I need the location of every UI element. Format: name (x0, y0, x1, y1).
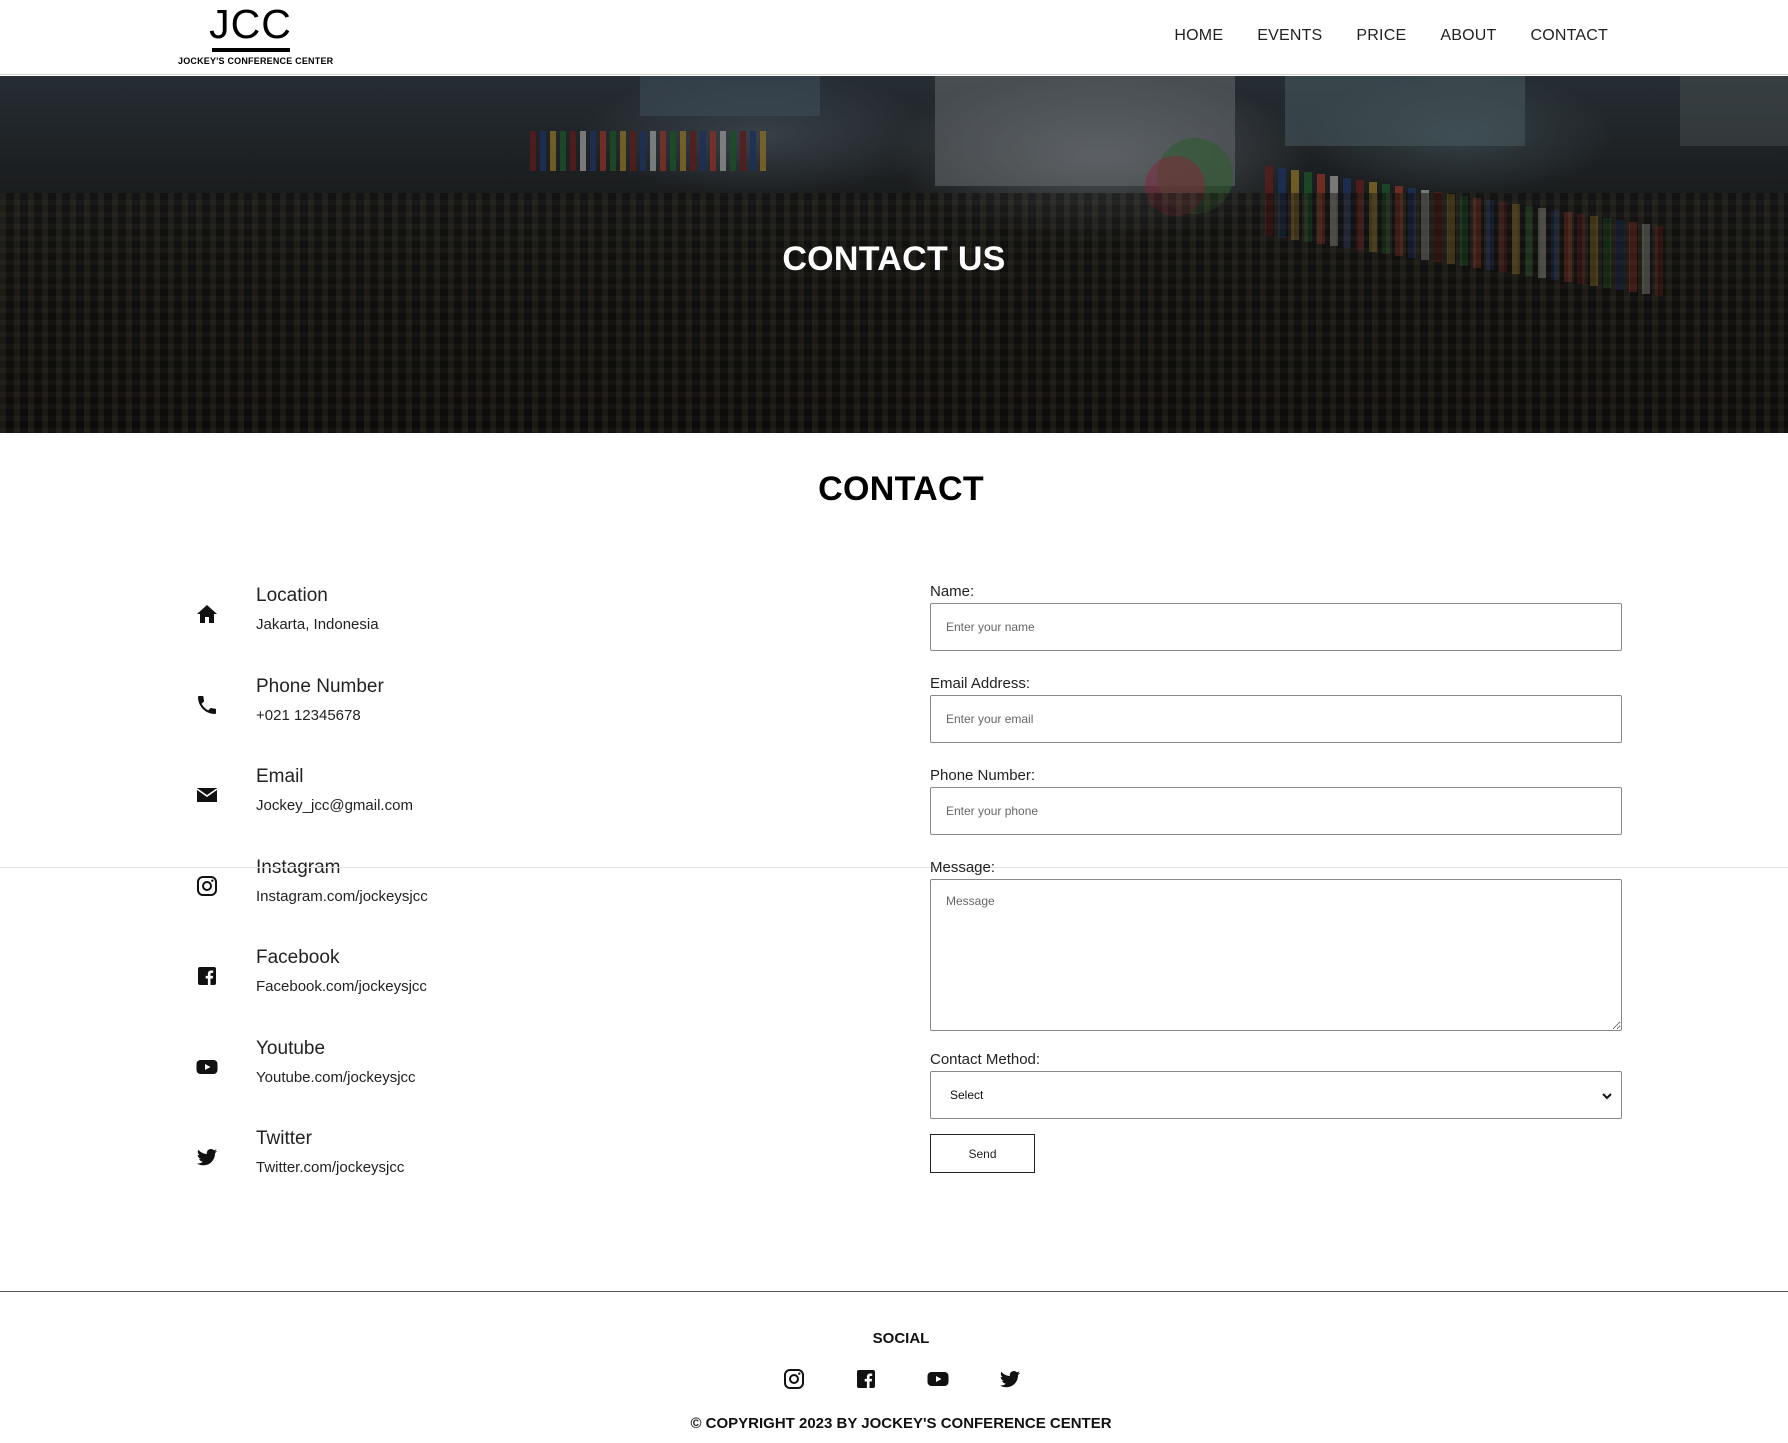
send-button[interactable]: Send (930, 1134, 1035, 1173)
info-title: Facebook (256, 947, 340, 968)
hero-title: CONTACT US (782, 240, 1006, 278)
twitter-icon[interactable] (998, 1367, 1022, 1391)
chevron-down-icon (1602, 1093, 1612, 1100)
contact-form: Name: Email Address: Phone Number: Messa… (930, 583, 1622, 1173)
facebook-icon[interactable] (854, 1367, 878, 1391)
info-item-instagram: Instagram Instagram.com/jockeysjcc (192, 857, 792, 948)
instagram-icon (192, 871, 222, 901)
info-value: Facebook.com/jockeysjcc (256, 978, 427, 995)
info-value: Jockey_jcc@gmail.com (256, 797, 413, 814)
contact-method-label: Contact Method: (930, 1051, 1041, 1068)
info-title: Twitter (256, 1128, 312, 1149)
logo-subtitle: JOCKEY'S CONFERENCE CENTER (178, 56, 334, 66)
logo-mark: JCC (209, 1, 292, 47)
phone-icon (192, 690, 222, 720)
info-item-location: Location Jakarta, Indonesia (192, 585, 792, 676)
site-logo[interactable]: JCC JOCKEY'S CONFERENCE CENTER (178, 1, 334, 66)
contact-section-title: CONTACT (818, 470, 984, 508)
instagram-icon[interactable] (782, 1367, 806, 1391)
facebook-icon (192, 961, 222, 991)
info-value: +021 12345678 (256, 706, 361, 724)
info-value: Youtube.com/jockeysjcc (256, 1068, 416, 1086)
contact-method-select[interactable]: Select (930, 1071, 1622, 1119)
info-item-youtube: Youtube Youtube.com/jockeysjcc (192, 1038, 792, 1129)
nav-events[interactable]: EVENTS (1257, 27, 1322, 45)
info-title: Email (256, 766, 304, 787)
envelope-icon (192, 780, 222, 810)
email-label: Email Address: (930, 675, 1031, 692)
contact-info-list: Location Jakarta, Indonesia Phone Number… (192, 585, 792, 1219)
footer-social-title: SOCIAL (872, 1330, 930, 1347)
hero-banner: CONTACT US (0, 76, 1788, 433)
info-item-email: Email Jockey_jcc@gmail.com (192, 766, 792, 857)
footer-divider (0, 1291, 1788, 1292)
footer-social-icons (782, 1367, 1022, 1391)
contact-method-value: Select (950, 1088, 984, 1102)
message-textarea[interactable] (930, 879, 1622, 1031)
info-item-facebook: Facebook Facebook.com/jockeysjcc (192, 947, 792, 1038)
email-input[interactable] (930, 695, 1622, 743)
info-item-phone: Phone Number +021 12345678 (192, 676, 792, 767)
copyright-text: © COPYRIGHT 2023 BY JOCKEY'S CONFERENCE … (690, 1415, 1112, 1432)
nav-home[interactable]: HOME (1174, 27, 1223, 45)
info-value: Jakarta, Indonesia (256, 616, 379, 633)
info-title: Phone Number (256, 675, 384, 697)
info-title: Youtube (256, 1037, 326, 1059)
info-title: Location (256, 585, 328, 606)
youtube-icon (192, 1052, 222, 1082)
info-item-twitter: Twitter Twitter.com/jockeysjcc (192, 1128, 792, 1219)
info-value: Instagram.com/jockeysjcc (256, 887, 428, 905)
nav-price[interactable]: PRICE (1356, 27, 1406, 45)
nav-contact[interactable]: CONTACT (1530, 27, 1608, 45)
name-label: Name: (930, 583, 975, 600)
name-input[interactable] (930, 603, 1622, 651)
phone-input[interactable] (930, 787, 1622, 835)
nav-about[interactable]: ABOUT (1440, 27, 1496, 45)
home-icon (192, 599, 222, 629)
phone-label: Phone Number: (930, 767, 1036, 784)
youtube-icon[interactable] (926, 1367, 950, 1391)
info-value: Twitter.com/jockeysjcc (256, 1159, 405, 1176)
logo-underline (211, 48, 290, 52)
message-label: Message: (930, 859, 996, 876)
navbar: JCC JOCKEY'S CONFERENCE CENTER HOME EVEN… (0, 0, 1788, 75)
twitter-icon (192, 1142, 222, 1172)
main-nav: HOME EVENTS PRICE ABOUT CONTACT (1174, 27, 1608, 45)
